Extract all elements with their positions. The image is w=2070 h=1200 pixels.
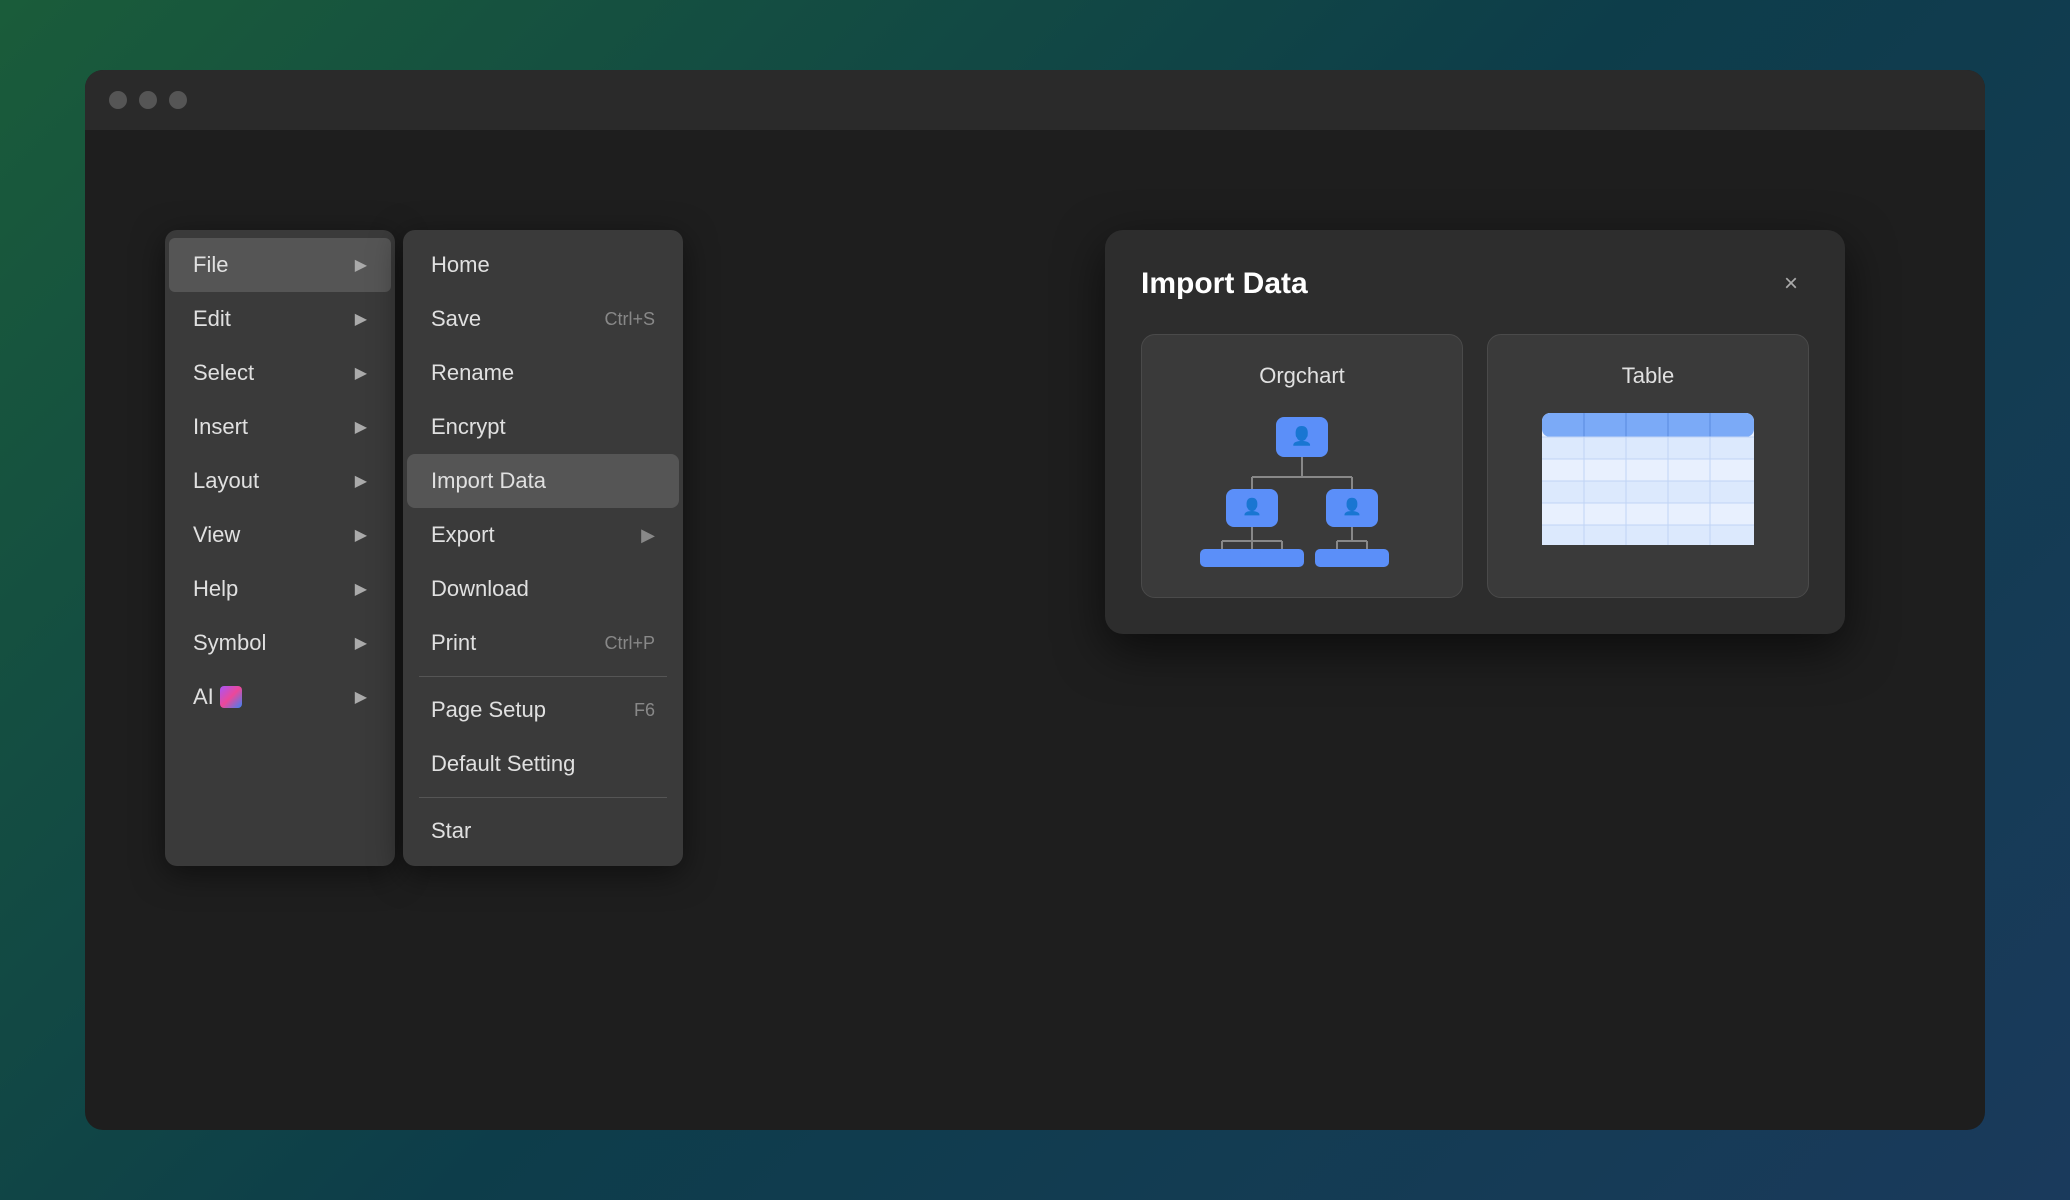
menu-item-page-setup[interactable]: Page Setup F6 [407, 683, 679, 737]
menu-item-symbol[interactable]: Symbol ▶ [169, 616, 391, 670]
dialog-options: Orgchart 👤 [1141, 334, 1809, 598]
primary-menu: File ▶ Edit ▶ Select ▶ Insert ▶ Layout [165, 230, 395, 866]
dialog-option-table[interactable]: Table [1487, 334, 1809, 598]
traffic-light-minimize[interactable] [139, 91, 157, 109]
menu-item-ai[interactable]: AI ▶ [169, 670, 391, 724]
menu-item-import-data[interactable]: Import Data [407, 454, 679, 508]
traffic-light-maximize[interactable] [169, 91, 187, 109]
menu-item-save[interactable]: Save Ctrl+S [407, 292, 679, 346]
menu-item-rename[interactable]: Rename [407, 346, 679, 400]
menu-item-select[interactable]: Select ▶ [169, 346, 391, 400]
chevron-right-icon: ▶ [355, 525, 367, 545]
menu-item-encrypt[interactable]: Encrypt [407, 400, 679, 454]
menu-item-default-setting[interactable]: Default Setting [407, 737, 679, 791]
menu-item-edit[interactable]: Edit ▶ [169, 292, 391, 346]
menu-item-help[interactable]: Help ▶ [169, 562, 391, 616]
menu-divider-2 [419, 797, 667, 798]
table-visualization [1538, 409, 1758, 549]
menu-item-export[interactable]: Export ▶ [407, 508, 679, 562]
menu-item-print[interactable]: Print Ctrl+P [407, 616, 679, 670]
chevron-right-icon: ▶ [355, 255, 367, 275]
menu-item-star[interactable]: Star [407, 804, 679, 858]
ai-gradient-icon [220, 686, 242, 708]
chevron-right-icon: ▶ [641, 525, 655, 546]
menu-divider [419, 676, 667, 677]
secondary-menu: Home Save Ctrl+S Rename Encrypt Import D… [403, 230, 683, 866]
app-window: File ▶ Edit ▶ Select ▶ Insert ▶ Layout [85, 70, 1985, 1130]
chevron-right-icon: ▶ [355, 687, 367, 707]
chevron-right-icon: ▶ [355, 633, 367, 653]
menu-item-file[interactable]: File ▶ [169, 238, 391, 292]
chevron-right-icon: ▶ [355, 471, 367, 491]
chevron-right-icon: ▶ [355, 309, 367, 329]
dialog-header: Import Data × [1141, 266, 1809, 302]
app-content: File ▶ Edit ▶ Select ▶ Insert ▶ Layout [85, 130, 1985, 1130]
menu-item-download[interactable]: Download [407, 562, 679, 616]
svg-text:👤: 👤 [1242, 497, 1262, 516]
menu-item-home[interactable]: Home [407, 238, 679, 292]
title-bar [85, 70, 1985, 130]
table-label: Table [1622, 363, 1675, 389]
dialog-option-orgchart[interactable]: Orgchart 👤 [1141, 334, 1463, 598]
dialog-title: Import Data [1141, 267, 1308, 301]
menu-item-layout[interactable]: Layout ▶ [169, 454, 391, 508]
traffic-light-close[interactable] [109, 91, 127, 109]
import-data-dialog: Import Data × Orgchart 👤 [1105, 230, 1845, 634]
chevron-right-icon: ▶ [355, 579, 367, 599]
orgchart-label: Orgchart [1259, 363, 1345, 389]
menu-item-insert[interactable]: Insert ▶ [169, 400, 391, 454]
menu-item-view[interactable]: View ▶ [169, 508, 391, 562]
orgchart-visualization: 👤 👤 👤 [1192, 409, 1412, 569]
dialog-close-button[interactable]: × [1773, 266, 1809, 302]
chevron-right-icon: ▶ [355, 363, 367, 383]
chevron-right-icon: ▶ [355, 417, 367, 437]
menu-container: File ▶ Edit ▶ Select ▶ Insert ▶ Layout [165, 230, 683, 866]
svg-text:👤: 👤 [1291, 425, 1313, 446]
svg-text:👤: 👤 [1342, 497, 1362, 516]
